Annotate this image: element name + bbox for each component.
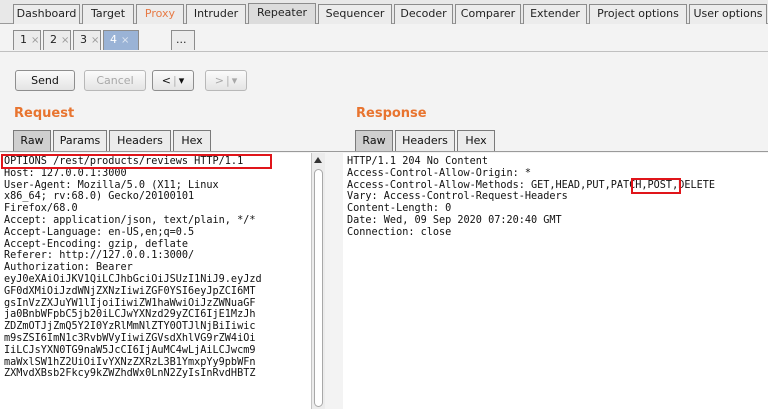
request-line: ZXMvdXBsb2Fkcy9kZWZhdWx0LnN2ZyIsInRvdHBT… — [4, 368, 256, 380]
response-line: Date: Wed, 09 Sep 2020 07:20:40 GMT — [347, 214, 562, 226]
request-line: Authorization: Bearer — [4, 262, 133, 274]
request-line: Host: 127.0.0.1:3000 — [4, 167, 127, 179]
chevron-down-icon: ▾ — [178, 74, 185, 87]
back-arrow-icon: < — [161, 74, 171, 87]
request-line: x86_64; rv:68.0) Gecko/20100101 — [4, 191, 195, 203]
close-icon[interactable]: × — [121, 35, 129, 46]
request-line: User-Agent: Mozilla/5.0 (X11; Linux — [4, 179, 219, 191]
request-line: Referer: http://127.0.0.1:3000/ — [4, 250, 195, 262]
main-tab-bar: Dashboard Target Proxy Intruder Repeater… — [0, 0, 768, 24]
tab-user-options[interactable]: User options — [689, 4, 767, 24]
request-line: IiLCJsYXN0TG9naW5JcCI6IjAuMC4wLjAiLCJwcm… — [4, 344, 256, 356]
response-line: Access-Control-Allow-Methods: GET,HEAD,P… — [347, 179, 716, 191]
request-line: GF0dXMiOiJzdWNjZXNzIiwiZGF0YSI6eyJpZCI6M… — [4, 285, 256, 297]
response-line: Access-Control-Allow-Origin: * — [347, 167, 532, 179]
repeater-tab-3[interactable]: 3 × — [73, 30, 101, 50]
tab-extender[interactable]: Extender — [523, 4, 587, 24]
response-line: Connection: close — [347, 226, 452, 238]
toolbar: Send Cancel < | ▾ > | ▾ — [0, 52, 768, 94]
request-tab-headers[interactable]: Headers — [109, 130, 171, 151]
repeater-tab-4[interactable]: 4 × — [103, 30, 139, 50]
repeater-tab-label: 4 — [110, 33, 117, 46]
tab-dashboard[interactable]: Dashboard — [13, 4, 80, 24]
tab-intruder[interactable]: Intruder — [186, 4, 246, 24]
response-tab-headers[interactable]: Headers — [395, 130, 455, 151]
request-line: m9sZSI6ImN1c3RvbWVyIiwiZGVsdXhlVG9rZW4iO… — [4, 332, 256, 344]
tab-project-options[interactable]: Project options — [589, 4, 687, 24]
response-title: Response — [356, 106, 427, 121]
request-line: Accept: application/json, text/plain, */… — [4, 214, 256, 226]
request-editor[interactable]: OPTIONS /rest/products/reviews HTTP/1.1 … — [0, 153, 311, 409]
request-tab-hex[interactable]: Hex — [173, 130, 211, 151]
request-line: gsInVzZXJuYW1lIjoiIiwiZW1haWwiOiJzZWNuaG… — [4, 297, 256, 309]
tab-comparer[interactable]: Comparer — [455, 4, 521, 24]
request-scrollbar[interactable] — [311, 153, 325, 409]
cancel-button[interactable]: Cancel — [84, 70, 146, 91]
tab-decoder[interactable]: Decoder — [394, 4, 453, 24]
repeater-tab-label: 2 — [50, 33, 57, 46]
send-button[interactable]: Send — [15, 70, 75, 91]
repeater-tab-2[interactable]: 2 × — [43, 30, 71, 50]
close-icon[interactable]: × — [91, 35, 99, 46]
request-tab-params[interactable]: Params — [53, 130, 107, 151]
tab-sequencer[interactable]: Sequencer — [318, 4, 392, 24]
response-line: HTTP/1.1 204 No Content — [347, 156, 489, 167]
close-icon[interactable]: × — [31, 35, 39, 46]
request-line: ja0BnbWFpbC5jb20iLCJwYXNzd29yZCI6IjE1MzJ… — [4, 309, 256, 321]
chevron-down-icon: ▾ — [231, 74, 238, 87]
response-tab-raw[interactable]: Raw — [355, 130, 393, 151]
request-line: Firefox/68.0 — [4, 203, 78, 215]
request-line: maWxlSW1hZ2UiOiIvYXNzZXRzL3B1YmxpYy9pbWF… — [4, 356, 256, 368]
request-line: ZDZmOTJjZmQ5Y2I0YzRlMmNlZTY0OTJlNjBiIiwi… — [4, 321, 256, 333]
new-tab-button[interactable]: ... — [171, 30, 195, 50]
back-button[interactable]: < | ▾ — [152, 70, 194, 91]
request-line: OPTIONS /rest/products/reviews HTTP/1.1 — [4, 156, 244, 167]
close-icon[interactable]: × — [61, 35, 69, 46]
response-line: Content-Length: 0 — [347, 203, 452, 215]
repeater-tab-bar: 1 × 2 × 3 × 4 × ... — [0, 24, 768, 52]
tab-repeater[interactable]: Repeater — [248, 3, 316, 24]
request-line: eyJ0eXAiOiJKV1QiLCJhbGciOiJSUzI1NiJ9.eyJ… — [4, 273, 262, 285]
request-tab-raw[interactable]: Raw — [13, 130, 51, 151]
request-line: Accept-Language: en-US,en;q=0.5 — [4, 226, 195, 238]
response-line: Vary: Access-Control-Request-Headers — [347, 191, 568, 203]
response-editor[interactable]: HTTP/1.1 204 No Content Access-Control-A… — [343, 153, 768, 409]
panel-divider — [0, 151, 768, 152]
forward-button[interactable]: > | ▾ — [205, 70, 247, 91]
repeater-tab-label: 1 — [20, 33, 27, 46]
repeater-tab-label: 3 — [80, 33, 87, 46]
request-title: Request — [14, 106, 75, 121]
response-tab-hex[interactable]: Hex — [457, 130, 495, 151]
repeater-tab-1[interactable]: 1 × — [13, 30, 41, 50]
forward-arrow-icon: > — [214, 74, 224, 87]
tab-target[interactable]: Target — [82, 4, 134, 24]
scroll-up-icon[interactable] — [314, 157, 322, 163]
tab-proxy[interactable]: Proxy — [136, 4, 184, 24]
request-line: Accept-Encoding: gzip, deflate — [4, 238, 189, 250]
scroll-thumb[interactable] — [314, 169, 323, 407]
